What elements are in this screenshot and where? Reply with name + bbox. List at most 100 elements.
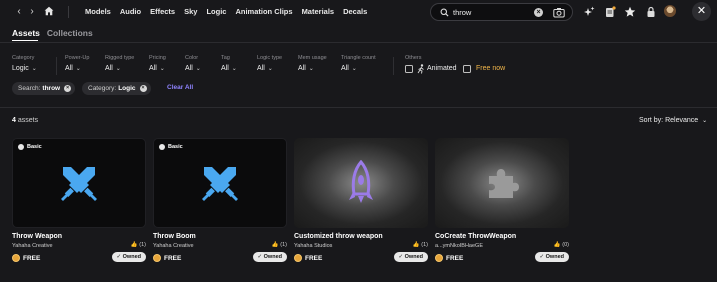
asset-title[interactable]: Customized throw weapon (294, 233, 383, 240)
asset-thumbnail[interactable]: Basic (12, 138, 146, 228)
likes-count[interactable]: 👍 (1) (131, 242, 146, 248)
owned-label: Owned (545, 254, 564, 260)
owned-badge: ✓ Owned (111, 252, 146, 262)
avatar[interactable] (664, 5, 676, 17)
filter-divider (393, 57, 394, 75)
owned-badge: ✓ Owned (534, 252, 569, 262)
asset-title[interactable]: CoCreate ThrowWeapon (435, 233, 516, 240)
running-icon (417, 64, 424, 74)
chevron-down-icon: ⌄ (75, 66, 81, 72)
asset-title[interactable]: Throw Boom (153, 233, 196, 240)
nav-decals[interactable]: Decals (343, 7, 367, 16)
category-nav: Models Audio Effects Sky Logic Animation… (85, 7, 376, 16)
coin-icon (435, 254, 443, 262)
asset-price: FREE (435, 254, 463, 262)
thumbs-up-icon: 👍 (271, 242, 279, 248)
others-label: Others (405, 55, 422, 61)
sort-dropdown[interactable]: Sort by: Relevance ⌄ (639, 117, 707, 124)
view-tabs: Assets Collections (12, 28, 100, 38)
close-icon[interactable]: ✕ (692, 2, 711, 21)
tab-collections[interactable]: Collections (47, 28, 93, 38)
active-tab-indicator (12, 40, 38, 41)
nav-divider (68, 6, 69, 18)
sort-label: Sort by: Relevance (639, 117, 699, 124)
remove-chip-icon[interactable]: × (139, 85, 147, 92)
basic-badge: Basic (159, 144, 183, 150)
chevron-down-icon: ⌄ (195, 66, 201, 72)
asset-card[interactable]: Basic Throw Boom Yahaha Creative 👍 (1) F… (153, 138, 287, 262)
price-label: FREE (23, 254, 41, 262)
likes-count[interactable]: 👍 (1) (272, 242, 287, 248)
likes-count[interactable]: 👍 (1) (413, 242, 428, 248)
sparkle-icon[interactable] (583, 6, 595, 18)
search-icon (440, 8, 449, 17)
notes-icon[interactable] (604, 6, 616, 18)
lock-icon[interactable] (645, 6, 657, 18)
filter-value: All (185, 65, 193, 72)
asset-thumbnail[interactable]: Basic (153, 138, 287, 228)
asset-card[interactable]: Customized throw weapon Yahaha Studios 👍… (294, 138, 428, 262)
home-icon[interactable] (44, 6, 54, 16)
clear-all-button[interactable]: Clear All (167, 84, 193, 91)
asset-price: FREE (12, 254, 40, 262)
asset-author[interactable]: Yahaha Creative (12, 243, 53, 249)
asset-thumbnail[interactable] (435, 138, 569, 228)
asset-title[interactable]: Throw Weapon (12, 233, 62, 240)
star-icon[interactable] (624, 6, 636, 18)
tab-assets[interactable]: Assets (12, 28, 40, 38)
owned-badge: ✓ Owned (393, 252, 428, 262)
clear-search-icon[interactable]: × (534, 8, 543, 17)
asset-author[interactable]: Yahaha Studios (294, 243, 332, 249)
filter-value: All (341, 65, 349, 72)
filter-power-up[interactable]: Power-Up All ⌄ (65, 55, 89, 72)
likes-count[interactable]: 👍 (0) (554, 242, 569, 248)
chevron-down-icon: ⌄ (115, 66, 121, 72)
free-now-checkbox[interactable] (463, 65, 471, 73)
asset-price: FREE (153, 254, 181, 262)
asset-price: FREE (294, 254, 322, 262)
animated-checkbox[interactable] (405, 65, 413, 73)
asset-card[interactable]: Basic Throw Weapon Yahaha Creative 👍 (1)… (12, 138, 146, 262)
owned-label: Owned (263, 254, 282, 260)
filter-value: All (221, 65, 229, 72)
nav-models[interactable]: Models (85, 7, 111, 16)
camera-icon[interactable] (553, 7, 565, 18)
chevron-down-icon: ⌄ (159, 66, 165, 72)
chevron-down-icon: ⌄ (351, 66, 357, 72)
badge-icon (159, 144, 165, 150)
remove-chip-icon[interactable]: × (64, 85, 72, 92)
coin-icon (153, 254, 161, 262)
filter-divider (56, 57, 57, 75)
divider (0, 42, 717, 43)
chevron-right-icon[interactable]: › (27, 6, 37, 18)
check-icon: ✓ (539, 254, 545, 260)
filter-label: Tag (221, 55, 230, 61)
filter-color[interactable]: Color All ⌄ (185, 55, 201, 72)
puzzle-piece-icon (489, 169, 519, 198)
filter-triangle-count[interactable]: Triangle count All ⌄ (341, 55, 376, 72)
nav-animation-clips[interactable]: Animation Clips (235, 7, 292, 16)
search-chip: Search: throw × (12, 82, 76, 95)
filter-pricing[interactable]: Pricing All ⌄ (149, 55, 166, 72)
badge-icon (18, 144, 24, 150)
filter-mem-usage[interactable]: Mem usage All ⌄ (298, 55, 327, 72)
nav-sky[interactable]: Sky (184, 7, 197, 16)
asset-thumbnail[interactable] (294, 138, 428, 228)
filter-category[interactable]: Category Logic ⌄ (12, 55, 37, 72)
results-count: 4 assets (12, 117, 38, 124)
nav-logic[interactable]: Logic (206, 7, 226, 16)
nav-audio[interactable]: Audio (120, 7, 141, 16)
filter-rigged-type[interactable]: Rigged type All ⌄ (105, 55, 134, 72)
search-input[interactable] (453, 6, 533, 18)
rocket-icon (349, 160, 373, 203)
nav-effects[interactable]: Effects (150, 7, 175, 16)
filter-logic-type[interactable]: Logic type All ⌄ (257, 55, 282, 72)
filter-label: Mem usage (298, 55, 327, 61)
asset-card[interactable]: CoCreate ThrowWeapon a...ymNkoIBHaeGE 👍 … (435, 138, 569, 262)
divider (0, 107, 717, 108)
chevron-left-icon[interactable]: ‹ (14, 6, 24, 18)
nav-materials[interactable]: Materials (302, 7, 335, 16)
asset-author[interactable]: Yahaha Creative (153, 243, 194, 249)
asset-author[interactable]: a...ymNkoIBHaeGE (435, 243, 483, 249)
filter-tag[interactable]: Tag All ⌄ (221, 55, 237, 72)
